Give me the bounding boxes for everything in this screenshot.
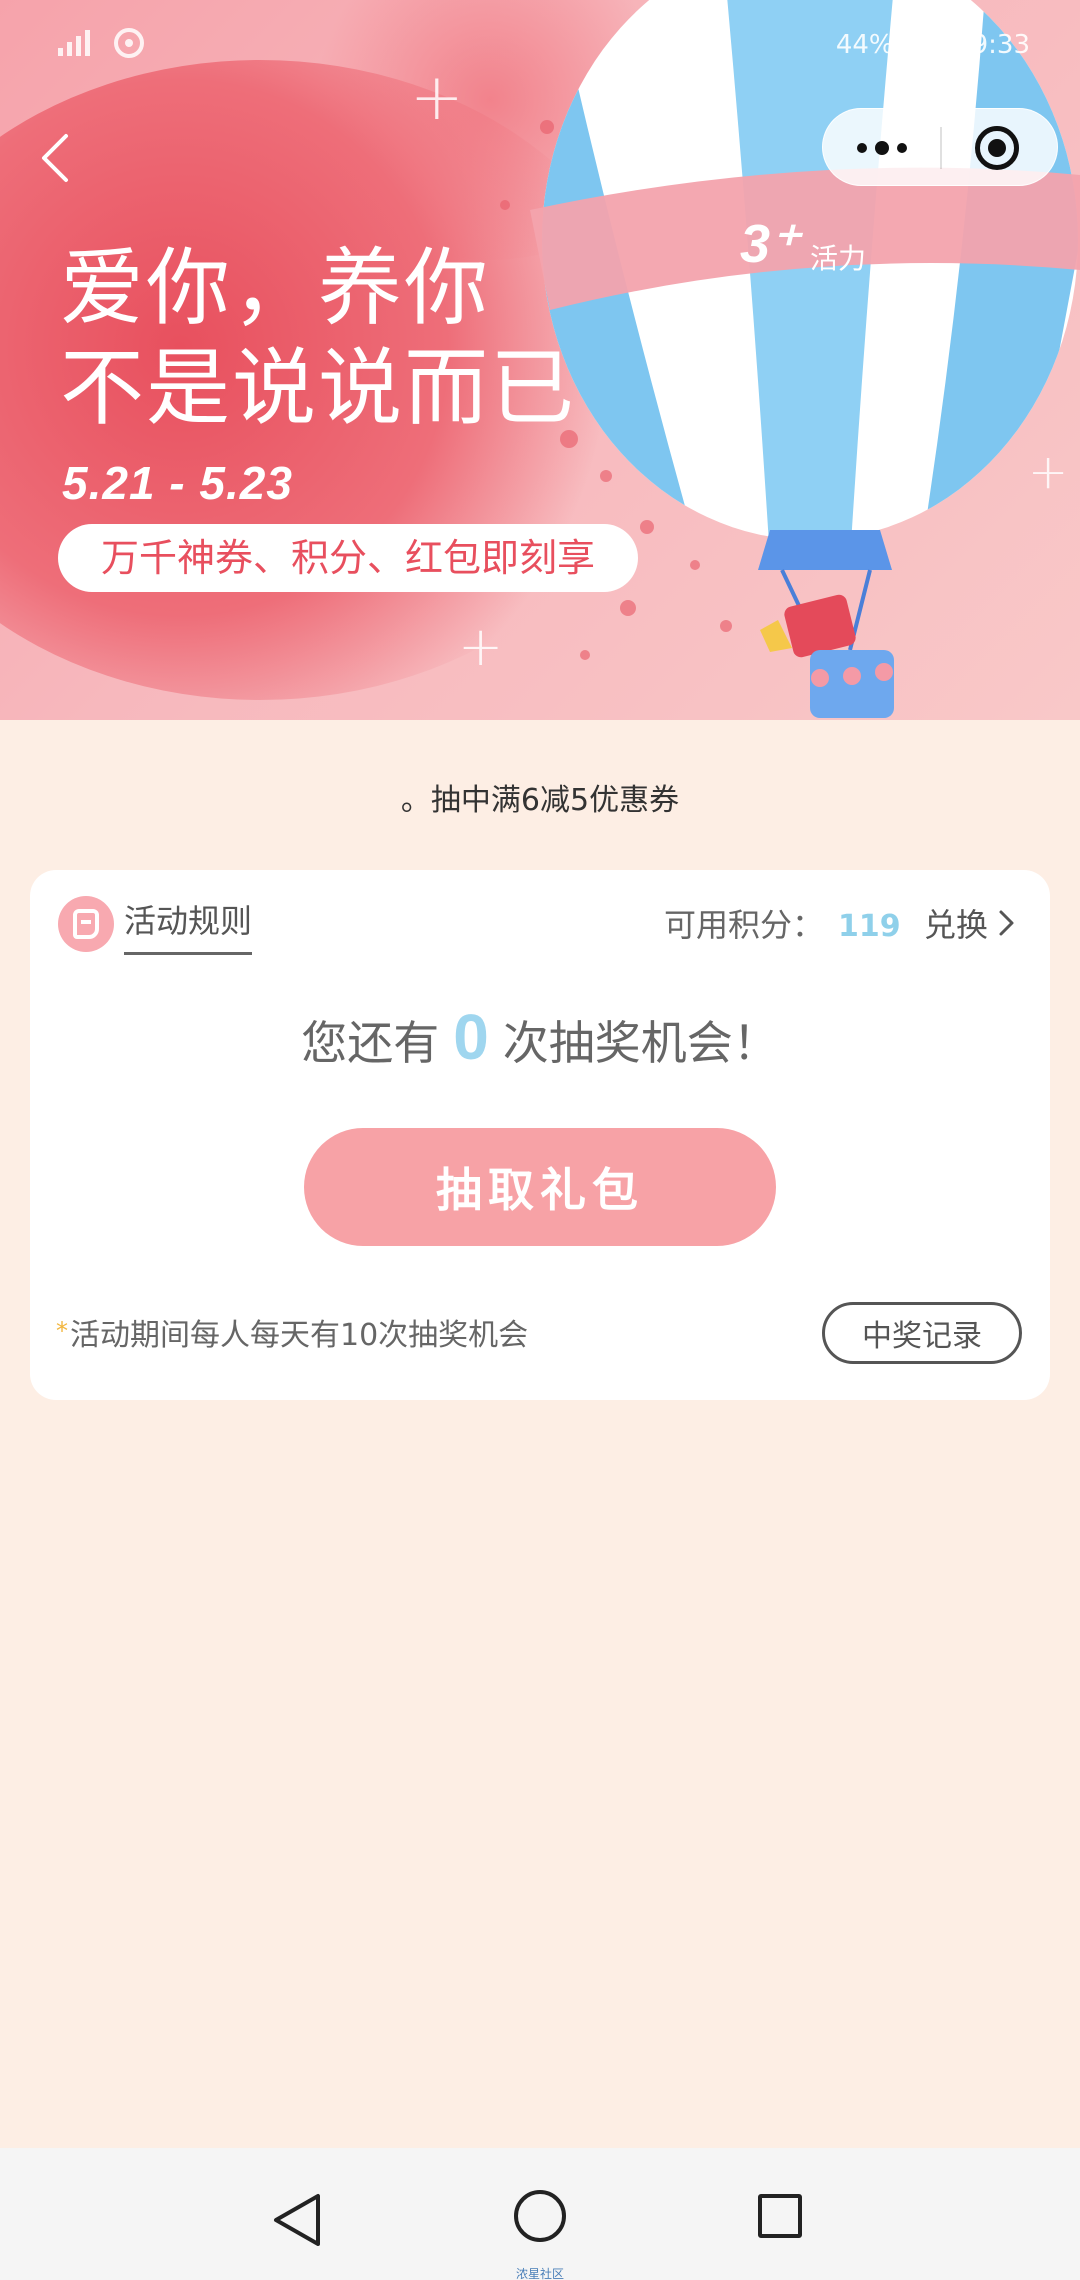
chevron-right-icon <box>999 910 1014 936</box>
exchange-label: 兑换 <box>924 906 989 944</box>
promo-banner: + + + 3⁺ 活力 44% 9:33 爱你，养你 不是说说而已 5.21 -… <box>0 0 1080 720</box>
close-miniprogram-button[interactable] <box>975 126 1019 170</box>
battery-icon <box>907 33 958 57</box>
available-points: 可用积分： 119 <box>664 900 901 946</box>
status-left <box>58 28 144 58</box>
banner-speck <box>500 200 510 210</box>
clock: 9:33 <box>971 30 1030 60</box>
nav-home-icon[interactable] <box>514 2190 566 2242</box>
benefit-pill: 万千神券、积分、红包即刻享 <box>58 524 638 592</box>
nav-recents-icon[interactable] <box>758 2194 802 2238</box>
more-dots-icon <box>896 143 907 153</box>
draw-gift-button[interactable]: 抽取礼包 <box>304 1128 776 1246</box>
status-right: 44% 9:33 <box>836 30 1030 60</box>
rules-icon <box>58 896 114 952</box>
capsule-divider <box>940 127 942 169</box>
headline-line-2: 不是说说而已 <box>60 341 577 435</box>
points-label: 可用积分： <box>664 906 825 944</box>
battery-percent: 44% <box>835 30 894 60</box>
lottery-card: 活动规则 可用积分： 119 兑换 您还有 0 次抽奖机会！ 抽取礼包 *活动期间每人… <box>30 870 1050 1400</box>
watermark: 浓星社区 <box>515 2267 564 2280</box>
prize-ticker: 。抽中满6减5优惠券 <box>400 783 680 818</box>
chevron-left-icon <box>42 134 68 182</box>
signal-icon <box>58 30 90 56</box>
event-date-range: 5.21 - 5.23 <box>62 457 293 509</box>
more-dots-icon <box>856 143 867 153</box>
more-options-button[interactable] <box>823 109 940 187</box>
hotspot-icon <box>114 28 144 58</box>
back-button[interactable] <box>28 128 88 188</box>
system-nav-bar <box>0 2148 1080 2280</box>
points-value: 119 <box>838 909 901 944</box>
miniprogram-capsule <box>822 108 1058 186</box>
more-dots-icon <box>874 141 889 155</box>
exchange-button[interactable]: 兑换 <box>924 900 1018 946</box>
remaining-chances: 您还有 0 次抽奖机会！ <box>30 1000 1050 1074</box>
rules-note: *活动期间每人每天有10次抽奖机会 <box>56 1310 528 1354</box>
chance-prefix: 您还有 <box>301 1016 440 1070</box>
balloon-logo: 3⁺ <box>740 214 804 274</box>
chance-count: 0 <box>453 1001 489 1073</box>
chance-suffix: 次抽奖机会！ <box>502 1016 779 1070</box>
nav-back-icon[interactable] <box>270 2192 324 2248</box>
balloon-brand-label: 活力 <box>810 242 866 275</box>
note-asterisk: * <box>56 1317 68 1345</box>
activity-rules-link[interactable]: 活动规则 <box>124 896 253 955</box>
sparkle-plus-icon: + <box>458 615 504 678</box>
note-text: 活动期间每人每天有10次抽奖机会 <box>70 1318 529 1353</box>
headline-line-1: 爱你，养你 <box>60 241 491 335</box>
banner-headline: 爱你，养你 不是说说而已 <box>60 238 576 438</box>
prize-record-button[interactable]: 中奖记录 <box>822 1302 1022 1364</box>
status-bar: 44% 9:33 <box>0 0 1080 92</box>
